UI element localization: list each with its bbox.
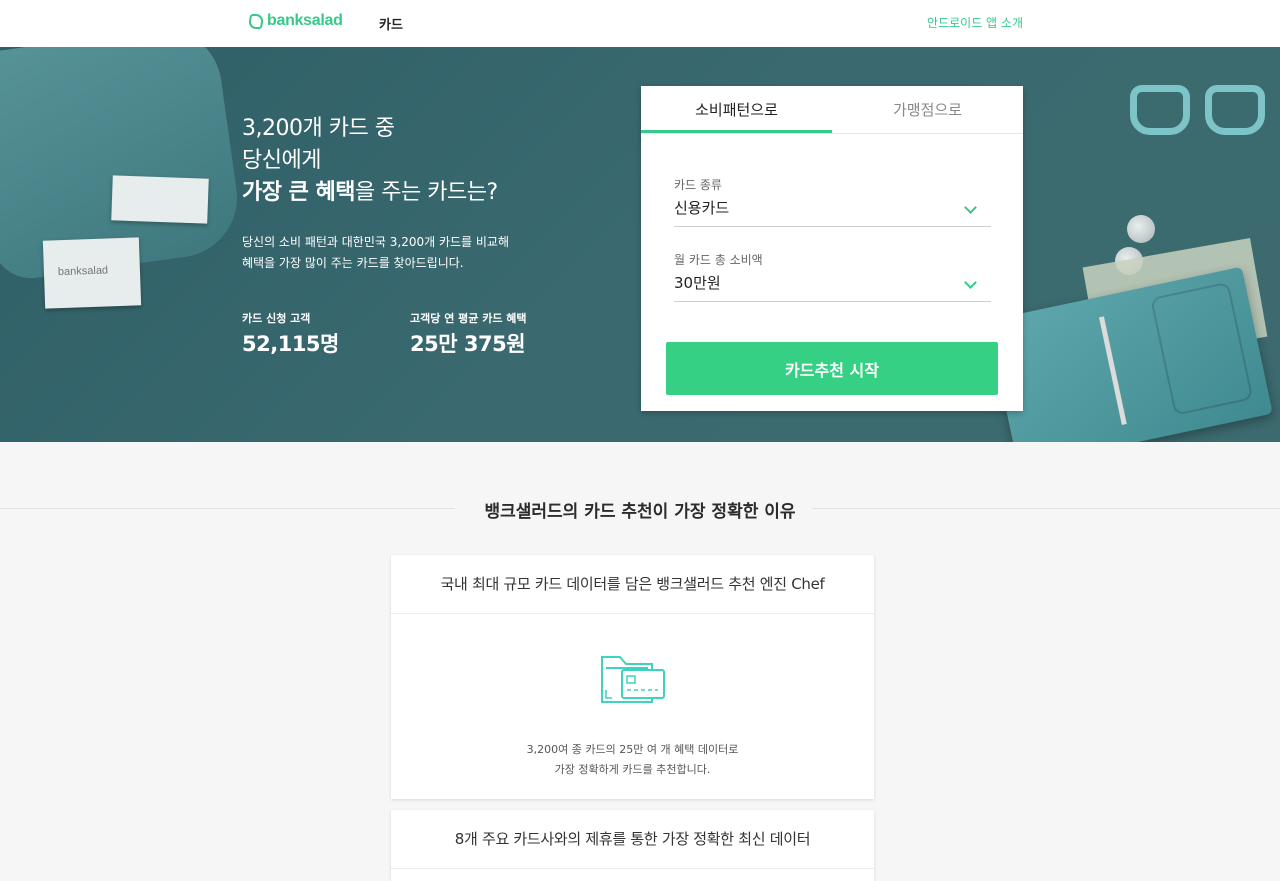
reason-card-title: 8개 주요 카드사와의 제휴를 통한 가장 정확한 최신 데이터 [391, 810, 874, 869]
stat-applicants: 카드 신청 고객 52,115명 [242, 310, 339, 358]
stat-avg-benefit: 고객당 연 평균 카드 혜택 25만 375원 [410, 310, 527, 358]
tab-spending-pattern[interactable]: 소비패턴으로 [641, 86, 832, 133]
logo-text: banksalad [267, 12, 343, 29]
reason-card-title: 국내 최대 규모 카드 데이터를 담은 뱅크샐러드 추천 엔진 Chef [391, 555, 874, 614]
glasses-lens [1205, 85, 1265, 135]
glasses-lens [1130, 85, 1190, 135]
hero-title-line3: 가장 큰 혜택을 주는 카드는? [242, 177, 498, 209]
glasses-image [1120, 77, 1280, 147]
folder-card-icon [600, 656, 665, 703]
reason-desc-line2: 가장 정확하게 카드를 추천합니다. [554, 763, 711, 776]
paper-logo-text: banksalad [57, 264, 109, 279]
reason-card-body: 3,200여 종 카드의 25만 여 개 혜택 데이터로 가장 정확하게 카드를… [391, 614, 874, 780]
nav-card-link[interactable]: 카드 [379, 14, 403, 33]
form-tabs: 소비패턴으로 가맹점으로 [641, 86, 1023, 134]
pen-image [1099, 316, 1127, 425]
banksalad-logo[interactable]: banksalad [247, 12, 343, 30]
stat-value: 25만 375원 [410, 332, 526, 356]
banksalad-logo-icon [247, 13, 265, 29]
hero-title-line2: 당신에게 [242, 148, 321, 173]
monthly-spend-select[interactable]: 월 카드 총 소비액 30만원 [674, 251, 991, 302]
paper-note-image [111, 175, 209, 224]
reason-card-desc: 3,200여 종 카드의 25만 여 개 혜택 데이터로 가장 정확하게 카드를… [391, 740, 874, 780]
paper-note-image: banksalad [42, 237, 142, 309]
start-recommend-button[interactable]: 카드추천 시작 [666, 342, 998, 395]
top-header: banksalad 카드 안드로이드 앱 소개 [0, 0, 1280, 47]
hero-desc-line1: 당신의 소비 패턴과 대한민국 3,200개 카드를 비교해 [242, 235, 510, 249]
hero-title-bold: 가장 큰 혜택 [242, 180, 356, 205]
stat-label: 카드 신청 고객 [242, 312, 311, 325]
stat-label: 고객당 연 평균 카드 혜택 [410, 312, 527, 325]
section-title-text: 뱅크샐러드의 카드 추천이 가장 정확한 이유 [470, 502, 810, 522]
card-type-value[interactable]: 신용카드 [674, 197, 991, 226]
hero-title-line1: 3,200개 카드 중 [242, 116, 395, 141]
recommend-form-card: 소비패턴으로 가맹점으로 카드 종류 신용카드 월 카드 총 소비액 30만원 … [641, 86, 1023, 411]
reason-card: 국내 최대 규모 카드 데이터를 담은 뱅크샐러드 추천 엔진 Chef 3,2… [391, 555, 874, 799]
stat-value: 52,115명 [242, 332, 339, 356]
nav-android-app-link[interactable]: 안드로이드 앱 소개 [927, 14, 1023, 31]
hero-banner: banksalad 3,200개 카드 중 당신에게 가장 큰 혜택을 주는 카… [0, 47, 1280, 442]
reason-desc-line1: 3,200여 종 카드의 25만 여 개 혜택 데이터로 [526, 743, 739, 756]
hero-title: 3,200개 카드 중 당신에게 가장 큰 혜택을 주는 카드는? [242, 113, 498, 209]
monthly-spend-label: 월 카드 총 소비액 [674, 253, 763, 267]
wallet-image [987, 266, 1273, 442]
wallet-flap [1150, 281, 1254, 416]
card-type-label: 카드 종류 [674, 178, 722, 192]
hero-title-tail: 을 주는 카드는? [355, 180, 498, 205]
monthly-spend-value[interactable]: 30만원 [674, 272, 991, 301]
card-type-select[interactable]: 카드 종류 신용카드 [674, 176, 991, 227]
hero-desc-line2: 혜택을 가장 많이 주는 카드를 찾아드립니다. [242, 256, 464, 270]
section-header: 뱅크샐러드의 카드 추천이 가장 정확한 이유 [0, 497, 1280, 522]
reason-card: 8개 주요 카드사와의 제휴를 통한 가장 정확한 최신 데이터 [391, 810, 874, 881]
hero-description: 당신의 소비 패턴과 대한민국 3,200개 카드를 비교해 혜택을 가장 많이… [242, 232, 542, 274]
tab-merchant[interactable]: 가맹점으로 [832, 86, 1023, 133]
section-title: 뱅크샐러드의 카드 추천이 가장 정확한 이유 [0, 497, 1280, 522]
coin-image [1127, 215, 1155, 243]
